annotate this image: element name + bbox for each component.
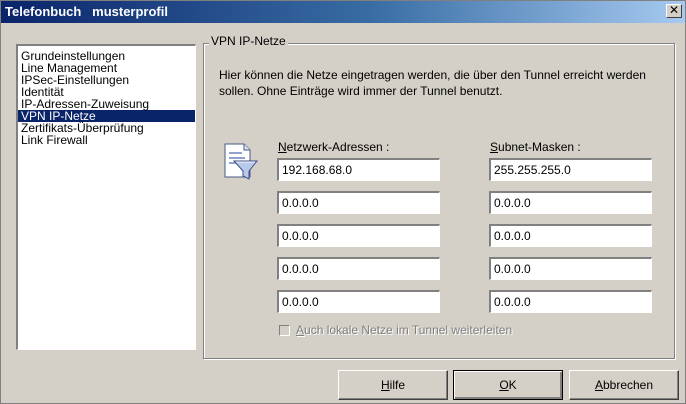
network-address-field-3[interactable]: 0.0.0.0 — [277, 224, 440, 247]
window-title: Telefonbuch musterprofil — [5, 4, 168, 19]
subnet-mask-field-3[interactable]: 0.0.0.0 — [489, 224, 652, 247]
title-bar[interactable]: Telefonbuch musterprofil ✕ — [1, 1, 685, 23]
subnet-mask-field-4[interactable]: 0.0.0.0 — [489, 257, 652, 280]
network-address-field-2[interactable]: 0.0.0.0 — [277, 191, 440, 214]
settings-category-list[interactable]: Grundeinstellungen Line Management IPSec… — [16, 44, 196, 350]
subnet-mask-field-5[interactable]: 0.0.0.0 — [489, 290, 652, 313]
network-address-field-4[interactable]: 0.0.0.0 — [277, 257, 440, 280]
ok-button[interactable]: OK — [453, 370, 563, 400]
local-networks-checkbox-label: Auch lokale Netze im Tunnel weiterleiten — [296, 323, 513, 337]
network-address-header: Netzwerk-Adressen : — [278, 140, 390, 154]
close-icon: ✕ — [668, 3, 680, 17]
network-filter-icon — [224, 143, 258, 180]
subnet-mask-header: Subnet-Masken : — [490, 140, 581, 154]
dialog-window: Telefonbuch musterprofil ✕ Grundeinstell… — [0, 0, 686, 404]
description-text: Hier können die Netze eingetragen werden… — [219, 68, 646, 98]
local-networks-checkbox-row[interactable]: Auch lokale Netze im Tunnel weiterleiten — [279, 323, 512, 337]
close-button[interactable]: ✕ — [666, 4, 682, 18]
subnet-mask-field-1[interactable]: 255.255.255.0 — [489, 158, 652, 181]
subnet-mask-field-2[interactable]: 0.0.0.0 — [489, 191, 652, 214]
nav-item-link-firewall[interactable]: Link Firewall — [18, 134, 195, 146]
cancel-button[interactable]: Abbrechen — [569, 370, 679, 400]
group-legend: VPN IP-Netze — [209, 34, 288, 48]
network-address-field-5[interactable]: 0.0.0.0 — [277, 290, 440, 313]
network-address-field-1[interactable]: 192.168.68.0 — [277, 158, 440, 181]
local-networks-checkbox[interactable] — [279, 325, 290, 336]
help-button[interactable]: Hilfe — [338, 370, 448, 400]
